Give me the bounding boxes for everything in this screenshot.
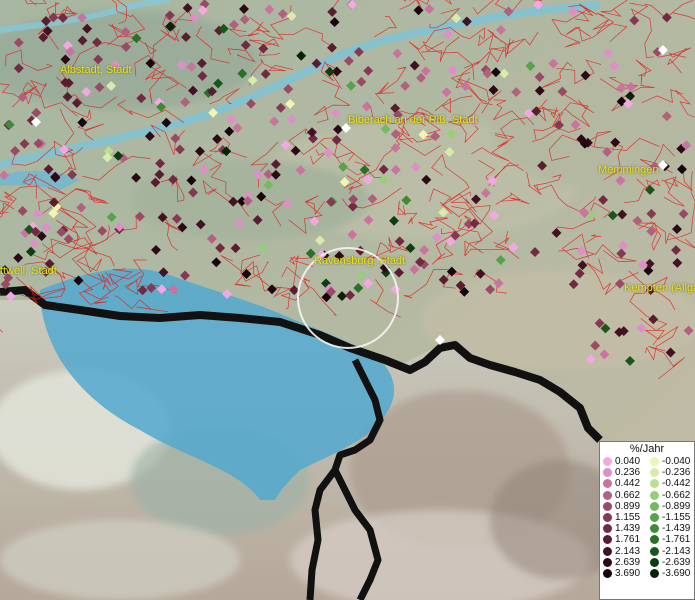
city-label-kempten: Kempten (Allgä — [624, 282, 695, 294]
legend-row: -0.040 — [647, 456, 694, 467]
legend-row: 3.690 — [600, 568, 647, 579]
legend-value: 0.899 — [615, 500, 641, 512]
legend-row: -2.639 — [647, 557, 694, 568]
legend-value: 0.662 — [615, 489, 641, 501]
city-label-biberach: Biberach an der Riß, Stadt — [348, 114, 478, 126]
legend-swatch — [650, 457, 659, 467]
legend-value: 3.690 — [615, 567, 641, 579]
legend-swatch — [650, 490, 659, 500]
legend-value: -0.236 — [662, 467, 691, 479]
legend-swatch — [603, 501, 612, 511]
legend-swatch — [603, 513, 612, 523]
legend-row: 1.439 — [600, 523, 647, 534]
legend-swatch — [650, 513, 659, 523]
legend-row: -0.236 — [647, 467, 694, 478]
legend-value: -1.761 — [662, 534, 691, 546]
legend-value: -2.639 — [662, 556, 691, 568]
legend-swatch — [603, 568, 612, 578]
legend-value: -0.662 — [662, 489, 691, 501]
legend-swatch — [650, 479, 659, 489]
city-label-radolfzell: ttwell, Stadt — [0, 265, 57, 277]
legend-positive-column: 0.040 0.236 0.442 0.662 0.899 1.155 1.439 1.761… — [600, 456, 647, 579]
legend-value: -1.155 — [662, 512, 691, 524]
legend-swatch — [650, 501, 659, 511]
map-view[interactable]: Albstadt, Stadt Biberach an der Riß, Sta… — [0, 0, 695, 600]
legend-swatch — [650, 524, 659, 534]
legend-negative-column: -0.040 -0.236 -0.442 -0.662 -0.899 -1.155 -1.4… — [647, 456, 694, 579]
legend-row: -1.439 — [647, 523, 694, 534]
city-label-memmingen: Memmingen — [598, 164, 659, 176]
legend-row: 0.442 — [600, 478, 647, 489]
legend-swatch — [650, 535, 659, 545]
legend-row: -0.662 — [647, 490, 694, 501]
legend-row: 0.662 — [600, 490, 647, 501]
legend-value: 2.143 — [615, 545, 641, 557]
legend-swatch — [603, 546, 612, 556]
legend-row: -3.690 — [647, 568, 694, 579]
legend-row: 2.143 — [600, 546, 647, 557]
legend-row: 0.236 — [600, 467, 647, 478]
legend-row: 0.899 — [600, 501, 647, 512]
city-label-albstadt: Albstadt, Stadt — [60, 64, 132, 76]
legend-swatch — [650, 468, 659, 478]
legend-row: -0.899 — [647, 501, 694, 512]
legend-value: -3.690 — [662, 567, 691, 579]
legend-row: 1.155 — [600, 512, 647, 523]
legend-swatch — [650, 557, 659, 567]
legend-row: 2.639 — [600, 557, 647, 568]
legend-swatch — [650, 546, 659, 556]
legend-value: 1.761 — [615, 534, 641, 546]
legend-value: -0.899 — [662, 500, 691, 512]
legend-swatch — [603, 524, 612, 534]
legend-row: 0.040 — [600, 456, 647, 467]
legend-swatch — [603, 468, 612, 478]
legend: %/Jahr 0.040 0.236 0.442 0.662 0.899 1.155 1.4… — [599, 441, 695, 600]
legend-swatch — [603, 490, 612, 500]
legend-value: -0.040 — [662, 456, 691, 468]
legend-row: -1.761 — [647, 534, 694, 545]
legend-value: 2.639 — [615, 556, 641, 568]
map-canvas[interactable] — [0, 0, 695, 600]
legend-value: 0.442 — [615, 478, 641, 490]
legend-value: -1.439 — [662, 523, 691, 535]
legend-swatch — [603, 535, 612, 545]
legend-swatch — [650, 568, 659, 578]
legend-swatch — [603, 557, 612, 567]
legend-value: 0.236 — [615, 467, 641, 479]
legend-value: 0.040 — [615, 456, 641, 468]
legend-value: 1.439 — [615, 523, 641, 535]
legend-title: %/Jahr — [629, 443, 665, 455]
legend-row: -1.155 — [647, 512, 694, 523]
legend-row: -2.143 — [647, 546, 694, 557]
legend-row: -0.442 — [647, 478, 694, 489]
legend-value: 1.155 — [615, 512, 641, 524]
legend-swatch — [603, 457, 612, 467]
legend-row: 1.761 — [600, 534, 647, 545]
legend-value: -0.442 — [662, 478, 691, 490]
city-label-ravensburg: Ravensburg, Stadt — [314, 255, 406, 267]
legend-value: -2.143 — [662, 545, 691, 557]
legend-swatch — [603, 479, 612, 489]
